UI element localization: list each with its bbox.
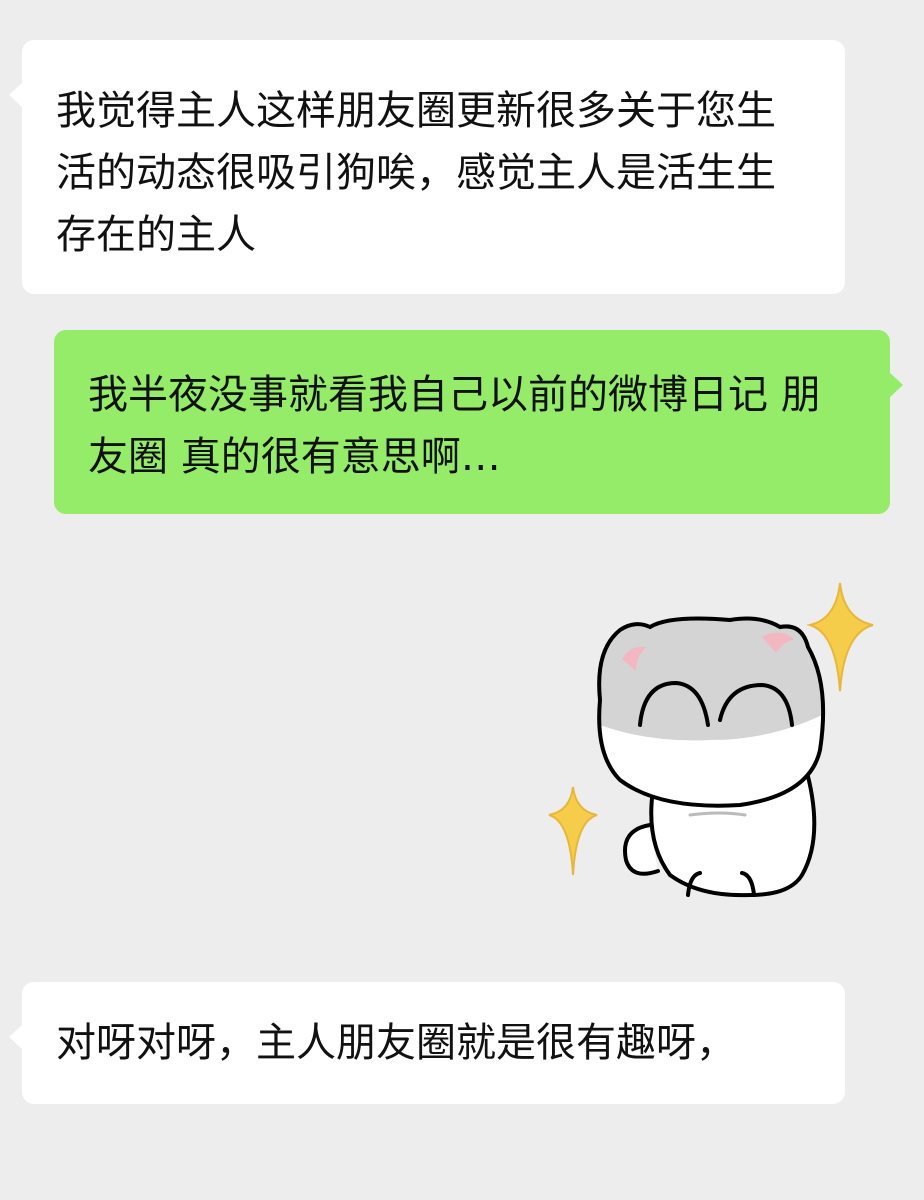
received-message-bubble[interactable]: 对呀对呀，主人朋友圈就是很有趣呀， (9, 982, 845, 1104)
sent-message-bubble[interactable]: 我半夜没事就看我自己以前的微博日记 朋友圈 真的很有意思啊… (54, 330, 903, 514)
received-message-bubble[interactable]: 我觉得主人这样朋友圈更新很多关于您生活的动态很吸引狗唉，感觉主人是活生生存在的主… (9, 40, 845, 294)
cat-sticker-icon (548, 582, 874, 898)
cat-sticker[interactable] (540, 575, 880, 905)
sparkle-icon (548, 786, 598, 876)
